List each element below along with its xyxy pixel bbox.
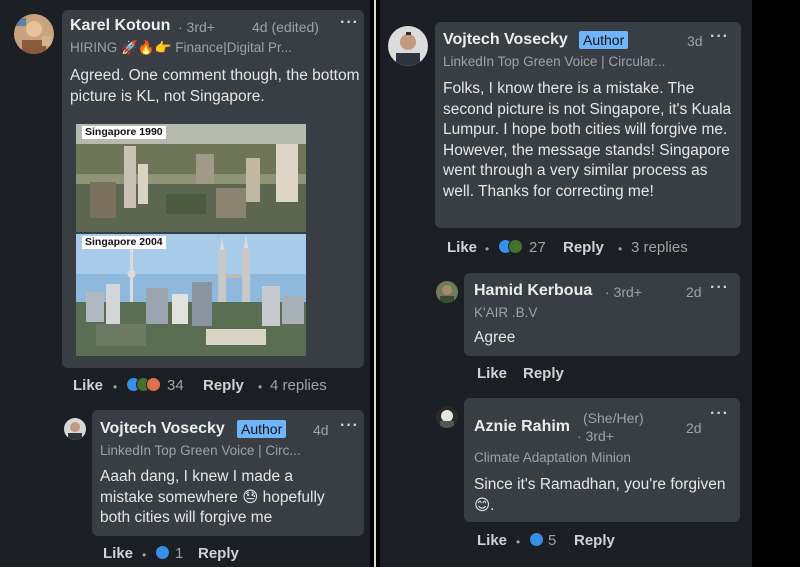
reply-button[interactable]: Reply [563, 239, 604, 256]
comment-timestamp: 2d [686, 420, 702, 436]
left-comment-thread: Karel Kotoun · 3rd+ 4d (edited) ··· HIRI… [0, 0, 370, 567]
commenter-name[interactable]: Aznie Rahim [474, 418, 570, 436]
overflow-menu-icon[interactable]: ··· [340, 417, 359, 435]
separator-dot: • [485, 242, 490, 256]
reply-button[interactable]: Reply [203, 377, 244, 394]
separator-dot: • [142, 548, 147, 562]
reaction-icons[interactable] [126, 377, 166, 393]
comment-timestamp: 3d [687, 33, 703, 49]
connection-degree: · 3rd+ [178, 19, 215, 35]
commenter-headline: Climate Adaptation Minion [474, 450, 631, 465]
rocket-emoji: 🚀 [121, 40, 138, 55]
reply-button[interactable]: Reply [198, 545, 239, 562]
love-reaction-icon [146, 377, 161, 392]
comment-timestamp: 2d [686, 284, 702, 300]
separator-dot: • [618, 242, 623, 256]
comment-timestamp: 4d (edited) [252, 19, 319, 35]
like-button[interactable]: Like [477, 365, 507, 382]
commenter-headline: LinkedIn Top Green Voice | Circ... [100, 443, 301, 458]
avatar-aznie-rahim[interactable] [436, 406, 458, 428]
fire-emoji: 🔥 [137, 40, 155, 55]
commenter-headline: LinkedIn Top Green Voice | Circular... [443, 54, 666, 69]
commenter-headline: K'AIR .B.V [474, 305, 538, 320]
commenter-name[interactable]: Hamid Kerboua [474, 282, 592, 300]
overflow-menu-icon[interactable]: ··· [710, 279, 729, 297]
overflow-menu-icon[interactable]: ··· [710, 28, 729, 46]
pointing-hand-emoji: 👉 [154, 40, 172, 55]
reaction-count[interactable]: 5 [548, 532, 556, 549]
overflow-menu-icon[interactable]: ··· [710, 405, 729, 423]
reply-button[interactable]: Reply [574, 532, 615, 549]
author-badge: Author [579, 31, 629, 49]
like-reaction-icon [155, 545, 170, 560]
comment-text: Agree [474, 329, 516, 346]
comment-text: Folks, I know there is a mistake. The se… [443, 80, 732, 200]
avatar-vojtech-vosecky[interactable] [388, 26, 428, 66]
pronouns: (She/Her) [583, 410, 644, 426]
view-replies-link[interactable]: 4 replies [270, 377, 327, 394]
comment-timestamp: 4d [313, 422, 329, 438]
commenter-name[interactable]: Karel Kotoun [70, 17, 170, 35]
separator-dot: • [516, 535, 521, 549]
commenter-name[interactable]: Vojtech Vosecky [443, 31, 568, 49]
photo-label-bottom: Singapore 2004 [82, 236, 166, 249]
panel-divider [370, 0, 380, 567]
reaction-icons[interactable] [498, 239, 526, 255]
overflow-menu-icon[interactable]: ··· [340, 14, 359, 32]
separator-dot: • [258, 380, 263, 394]
like-button[interactable]: Like [447, 239, 477, 256]
reaction-count[interactable]: 34 [167, 377, 184, 394]
comment-image[interactable]: Singapore 1990 Singapore 2004 [76, 124, 306, 356]
reaction-count[interactable]: 27 [529, 239, 546, 256]
sweat-smile-emoji: 😓 [242, 488, 259, 506]
reaction-count[interactable]: 1 [175, 545, 183, 562]
avatar-hamid-kerboua[interactable] [436, 281, 458, 303]
view-replies-link[interactable]: 3 replies [631, 239, 688, 256]
celebrate-reaction-icon [508, 239, 523, 254]
reaction-icons[interactable] [529, 532, 547, 548]
commenter-name[interactable]: Vojtech Vosecky [100, 420, 225, 438]
like-button[interactable]: Like [73, 377, 103, 394]
comment-text: Aaah dang, I knew I made a mistake somew… [100, 468, 325, 526]
reaction-icons[interactable] [155, 545, 173, 561]
commenter-headline: HIRING 🚀🔥👉 Finance|Digital Pr... [70, 40, 293, 55]
avatar-vojtech-vosecky[interactable] [64, 418, 86, 440]
comment-text: Since it's Ramadhan, you're forgiven 😊. [474, 476, 726, 514]
connection-degree: · 3rd+ [577, 428, 614, 444]
smile-emoji: 😊 [474, 496, 491, 514]
avatar-karel-kotoun[interactable] [14, 14, 54, 54]
reply-button[interactable]: Reply [523, 365, 564, 382]
comment-text: Agreed. One comment though, the bottom p… [70, 67, 360, 105]
connection-degree: · 3rd+ [605, 284, 642, 300]
right-comment-thread: Vojtech Vosecky Author 3d ··· LinkedIn T… [380, 0, 752, 567]
separator-dot: • [113, 380, 118, 394]
like-button[interactable]: Like [477, 532, 507, 549]
like-button[interactable]: Like [103, 545, 133, 562]
like-reaction-icon [529, 532, 544, 547]
photo-label-top: Singapore 1990 [82, 126, 166, 139]
author-badge: Author [237, 420, 287, 438]
